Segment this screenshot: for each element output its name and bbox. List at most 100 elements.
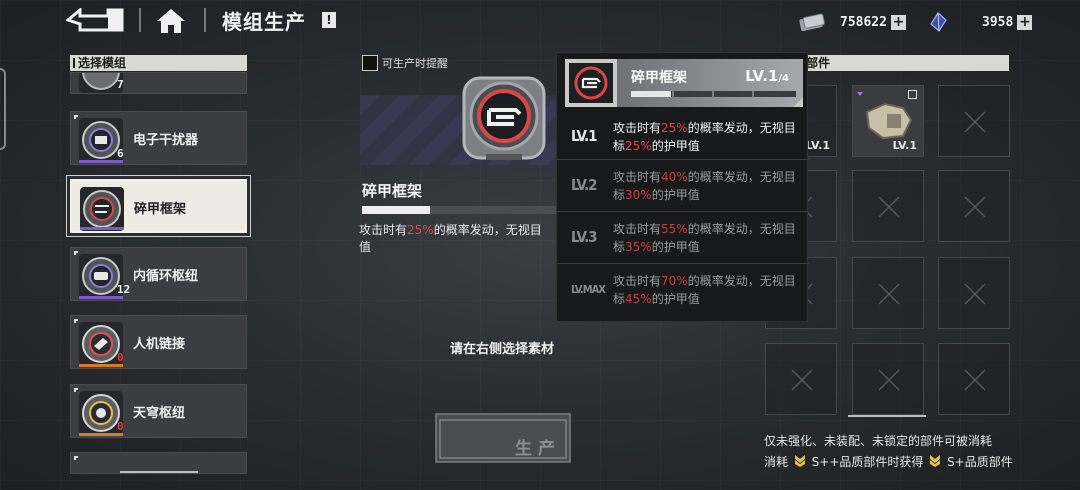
reminder-checkbox[interactable] [362, 55, 378, 71]
level-text: LV.1 [745, 67, 779, 85]
empty-slot-icon [964, 369, 986, 391]
effect-text: 的护甲值 [651, 139, 700, 153]
select-material-hint: 请在右侧选择素材 [450, 342, 555, 357]
part-slot-empty[interactable] [852, 170, 924, 242]
note-text: 消耗 [764, 455, 789, 469]
part-slot-empty[interactable] [938, 343, 1010, 415]
credit-chip-icon [799, 13, 825, 31]
parts-scrollbar[interactable] [848, 415, 926, 417]
effect-value: 40% [661, 170, 688, 184]
level-row-2: LV.2 攻击时有40%的概率发动，无视目标30%的护甲值 [557, 159, 809, 211]
credit-value: 758622 [840, 14, 887, 30]
module-name: 电子干扰器 [133, 133, 199, 148]
part-slot-empty[interactable] [938, 85, 1010, 157]
back-arrow-icon[interactable] [66, 8, 124, 32]
module-count: 12 [117, 283, 131, 296]
level-row-1: LV.1 攻击时有25%的概率发动，无视目标25%的护甲值 [557, 111, 809, 163]
module-list-item-sky-dome-hub[interactable]: 0 天穹枢纽 [70, 384, 247, 438]
level-row-max: LV.MAX 攻击时有70%的概率发动，无视目标45%的护甲值 [557, 263, 809, 315]
module-count: 0 [117, 351, 124, 364]
add-credit-button[interactable]: + [890, 14, 906, 30]
empty-slot-icon [878, 283, 900, 305]
effect-text: 的护甲值 [651, 188, 700, 202]
module-list-item-armor-break-frame[interactable]: 3 碎甲框架 [70, 179, 247, 233]
credit-resource: 758622 + [798, 11, 906, 33]
reminder-label: 可生产时提醒 [382, 57, 448, 70]
part-level: LV.1 [892, 139, 917, 152]
module-list-item-human-machine-link[interactable]: 0 人机链接 [70, 315, 247, 369]
effect-value: 55% [661, 222, 688, 236]
part-slot-filled[interactable]: LV.1 [852, 85, 924, 157]
effect-value: 25% [625, 139, 652, 153]
quality-badge-icon [930, 455, 941, 467]
effect-value: 45% [625, 292, 652, 306]
page-title: 模组生产 [222, 10, 306, 34]
crystal-resource: 3958 + [924, 11, 1033, 33]
corner-mark [74, 388, 78, 392]
consume-note-line1: 仅未强化、未装配、未锁定的部件可被消耗 [764, 434, 993, 448]
effect-text: 的护甲值 [651, 240, 700, 254]
part-checkbox[interactable] [908, 90, 917, 99]
effect-text: 攻击时有 [613, 274, 662, 288]
level-effect: 攻击时有25%的概率发动，无视目标25%的护甲值 [613, 119, 799, 155]
corner-mark [74, 456, 78, 460]
module-name: 天穹枢纽 [133, 406, 186, 421]
effect-value: 30% [625, 188, 652, 202]
desc-text: 的概率发动，无视目 [433, 223, 542, 237]
level-row-3: LV.3 攻击时有55%的概率发动，无视目标35%的护甲值 [557, 211, 809, 263]
desc-text: 攻击时有 [359, 223, 408, 237]
part-slot-empty[interactable] [938, 257, 1010, 329]
produce-reminder-toggle[interactable]: 可生产时提醒 [362, 55, 448, 71]
effect-text: 攻击时有 [613, 121, 662, 135]
quality-badge-icon [794, 455, 805, 467]
level-max-text: /4 [778, 73, 789, 84]
module-level-popup: 碎甲框架 LV.1/4 LV.1 攻击时有25%的概率发动，无视目标25%的护甲… [556, 52, 809, 322]
module-count: 6 [117, 147, 124, 160]
effect-text: 攻击时有 [613, 170, 662, 184]
produce-button[interactable]: 生产 [435, 413, 571, 463]
module-list-item-electronic-jammer[interactable]: 6 电子干扰器 [70, 111, 247, 165]
effect-text: 攻击时有 [613, 222, 662, 236]
empty-slot-icon [964, 196, 986, 218]
list-scrollbar[interactable] [120, 471, 198, 473]
part-slot-empty[interactable] [938, 170, 1010, 242]
home-icon[interactable] [155, 7, 187, 35]
crystal-value: 3958 [982, 14, 1014, 30]
module-list-header: 选择模组 [70, 55, 247, 71]
part-slot-empty[interactable] [852, 343, 924, 415]
module-list-item-inner-loop-hub[interactable]: 12 内循环枢纽 [70, 247, 247, 301]
rarity-bar [79, 433, 123, 436]
rarity-bar [79, 364, 123, 367]
separator [204, 8, 206, 32]
part-slot-empty[interactable] [852, 257, 924, 329]
module-description: 攻击时有25%的概率发动，无视目 值 [359, 222, 559, 256]
side-handle[interactable] [0, 68, 6, 150]
level-effect: 攻击时有55%的概率发动，无视目标35%的护甲值 [613, 220, 799, 256]
module-list-item[interactable]: 7 [70, 72, 247, 94]
part-level: LV.1 [805, 139, 830, 152]
level-effect: 攻击时有40%的概率发动，无视目标30%的护甲值 [613, 168, 799, 204]
module-progress-fill [362, 206, 430, 214]
empty-slot-icon [878, 369, 900, 391]
separator [139, 8, 141, 32]
level-tag: LV.MAX [571, 283, 606, 296]
effect-value: 35% [625, 240, 652, 254]
parts-header: 部件 [798, 55, 1009, 71]
module-progress-bar [362, 206, 562, 214]
note-text: S+品质部件 [947, 455, 1013, 469]
rarity-bar [80, 227, 124, 230]
empty-slot-icon [964, 111, 986, 133]
add-crystal-button[interactable]: + [1017, 14, 1033, 30]
popup-module-icon [569, 63, 613, 103]
popup-level-bar [631, 91, 796, 97]
selected-module-name: 碎甲框架 [362, 182, 423, 200]
part-slot-empty[interactable] [765, 343, 837, 415]
module-count: 7 [117, 78, 124, 91]
level-effect: 攻击时有70%的概率发动，无视目标45%的护甲值 [613, 272, 799, 308]
effect-text: 的护甲值 [651, 292, 700, 306]
info-button[interactable]: ! [322, 12, 336, 28]
module-name: 人机链接 [133, 337, 186, 352]
empty-slot-icon [964, 283, 986, 305]
armor-break-frame-module-icon [462, 76, 546, 160]
desc-value: 25% [407, 223, 434, 237]
